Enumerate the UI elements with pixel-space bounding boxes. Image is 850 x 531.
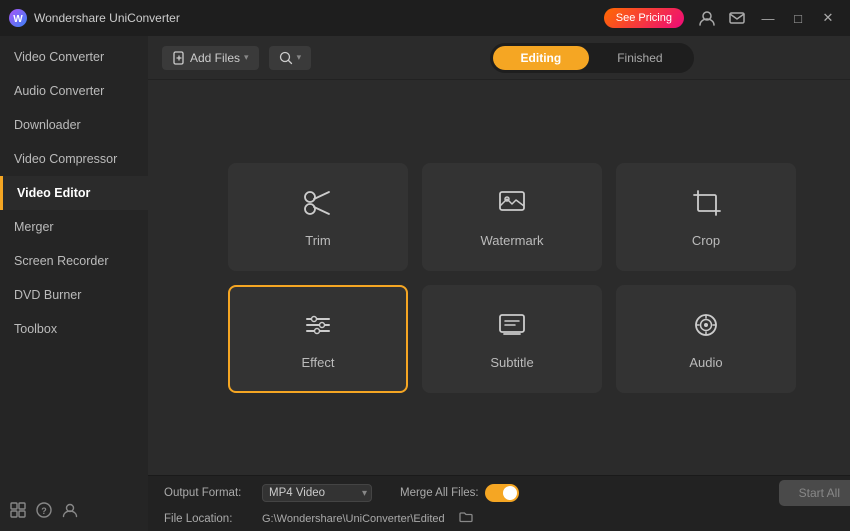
search-icon [279, 51, 293, 65]
search-button[interactable]: ▾ [269, 46, 312, 70]
minimize-button[interactable]: — [754, 4, 782, 32]
output-format-select[interactable]: MP4 Video AVI MOV MKV [262, 484, 372, 502]
sidebar-grid-icon[interactable] [10, 502, 26, 523]
sidebar-item-merger[interactable]: Merger [0, 210, 148, 244]
tool-card-effect[interactable]: Effect [228, 285, 408, 393]
main-content: Add Files ▾ ▾ Editing Finished [148, 36, 850, 531]
bottom-bar: Output Format: MP4 Video AVI MOV MKV Mer… [148, 475, 850, 531]
maximize-button[interactable]: □ [784, 4, 812, 32]
subtitle-icon [495, 308, 529, 347]
tools-grid: Trim Watermark [228, 163, 796, 393]
merge-toggle-group: Merge All Files: [400, 484, 519, 502]
tool-card-subtitle[interactable]: Subtitle [422, 285, 602, 393]
svg-text:W: W [13, 14, 23, 25]
trim-label: Trim [305, 233, 331, 248]
close-button[interactable]: ✕ [814, 4, 842, 32]
sidebar-help-icon[interactable]: ? [36, 502, 52, 523]
sidebar-item-video-compressor[interactable]: Video Compressor [0, 142, 148, 176]
titlebar: W Wondershare UniConverter See Pricing —… [0, 0, 850, 36]
sidebar-item-downloader[interactable]: Downloader [0, 108, 148, 142]
sidebar-item-audio-converter[interactable]: Audio Converter [0, 74, 148, 108]
see-pricing-button[interactable]: See Pricing [604, 8, 684, 28]
add-files-chevron: ▾ [244, 52, 249, 63]
sidebar-user-icon[interactable] [62, 502, 78, 523]
subtitle-label: Subtitle [490, 355, 533, 370]
crop-icon [689, 186, 723, 225]
merge-toggle-switch[interactable] [485, 484, 519, 502]
mail-icon[interactable] [724, 5, 750, 31]
output-format-label: Output Format: [164, 487, 254, 499]
document-add-icon [172, 51, 186, 65]
sidebar-item-dvd-burner[interactable]: DVD Burner [0, 278, 148, 312]
bottom-row-file: File Location: G:\Wondershare\UniConvert… [164, 510, 850, 527]
folder-icon[interactable] [459, 510, 473, 527]
tab-group: Editing Finished [490, 43, 694, 73]
window-controls: — □ ✕ [754, 4, 842, 32]
tab-finished[interactable]: Finished [589, 46, 690, 70]
tab-editing[interactable]: Editing [493, 46, 590, 70]
sidebar-bottom-icons: ? [0, 494, 148, 531]
effect-label: Effect [301, 355, 334, 370]
audio-label: Audio [689, 355, 722, 370]
tool-card-audio[interactable]: Audio [616, 285, 796, 393]
search-chevron: ▾ [297, 52, 302, 63]
tool-card-crop[interactable]: Crop [616, 163, 796, 271]
app-title: Wondershare UniConverter [34, 11, 604, 25]
toolbar: Add Files ▾ ▾ Editing Finished [148, 36, 850, 80]
file-location-path: G:\Wondershare\UniConverter\Edited [262, 513, 445, 525]
watermark-icon [495, 186, 529, 225]
sidebar: Video Converter Audio Converter Download… [0, 36, 148, 531]
watermark-label: Watermark [480, 233, 543, 248]
sidebar-item-toolbox[interactable]: Toolbox [0, 312, 148, 346]
user-icon[interactable] [694, 5, 720, 31]
merge-label: Merge All Files: [400, 487, 479, 499]
add-files-label: Add Files [190, 51, 240, 65]
bottom-row-format: Output Format: MP4 Video AVI MOV MKV Mer… [164, 480, 850, 506]
effect-icon [301, 308, 335, 347]
output-format-wrapper: MP4 Video AVI MOV MKV [262, 484, 372, 502]
tool-card-watermark[interactable]: Watermark [422, 163, 602, 271]
file-location-label: File Location: [164, 513, 254, 525]
scissors-icon [301, 186, 335, 225]
svg-text:?: ? [41, 506, 47, 516]
add-files-button[interactable]: Add Files ▾ [162, 46, 259, 70]
start-all-button[interactable]: Start All [779, 480, 850, 506]
tool-card-trim[interactable]: Trim [228, 163, 408, 271]
crop-label: Crop [692, 233, 720, 248]
sidebar-item-video-editor[interactable]: Video Editor [0, 176, 148, 210]
app-body: Video Converter Audio Converter Download… [0, 36, 850, 531]
audio-icon [689, 308, 723, 347]
editor-area: Trim Watermark [148, 80, 850, 475]
app-logo: W [8, 8, 28, 28]
sidebar-item-screen-recorder[interactable]: Screen Recorder [0, 244, 148, 278]
sidebar-item-video-converter[interactable]: Video Converter [0, 40, 148, 74]
